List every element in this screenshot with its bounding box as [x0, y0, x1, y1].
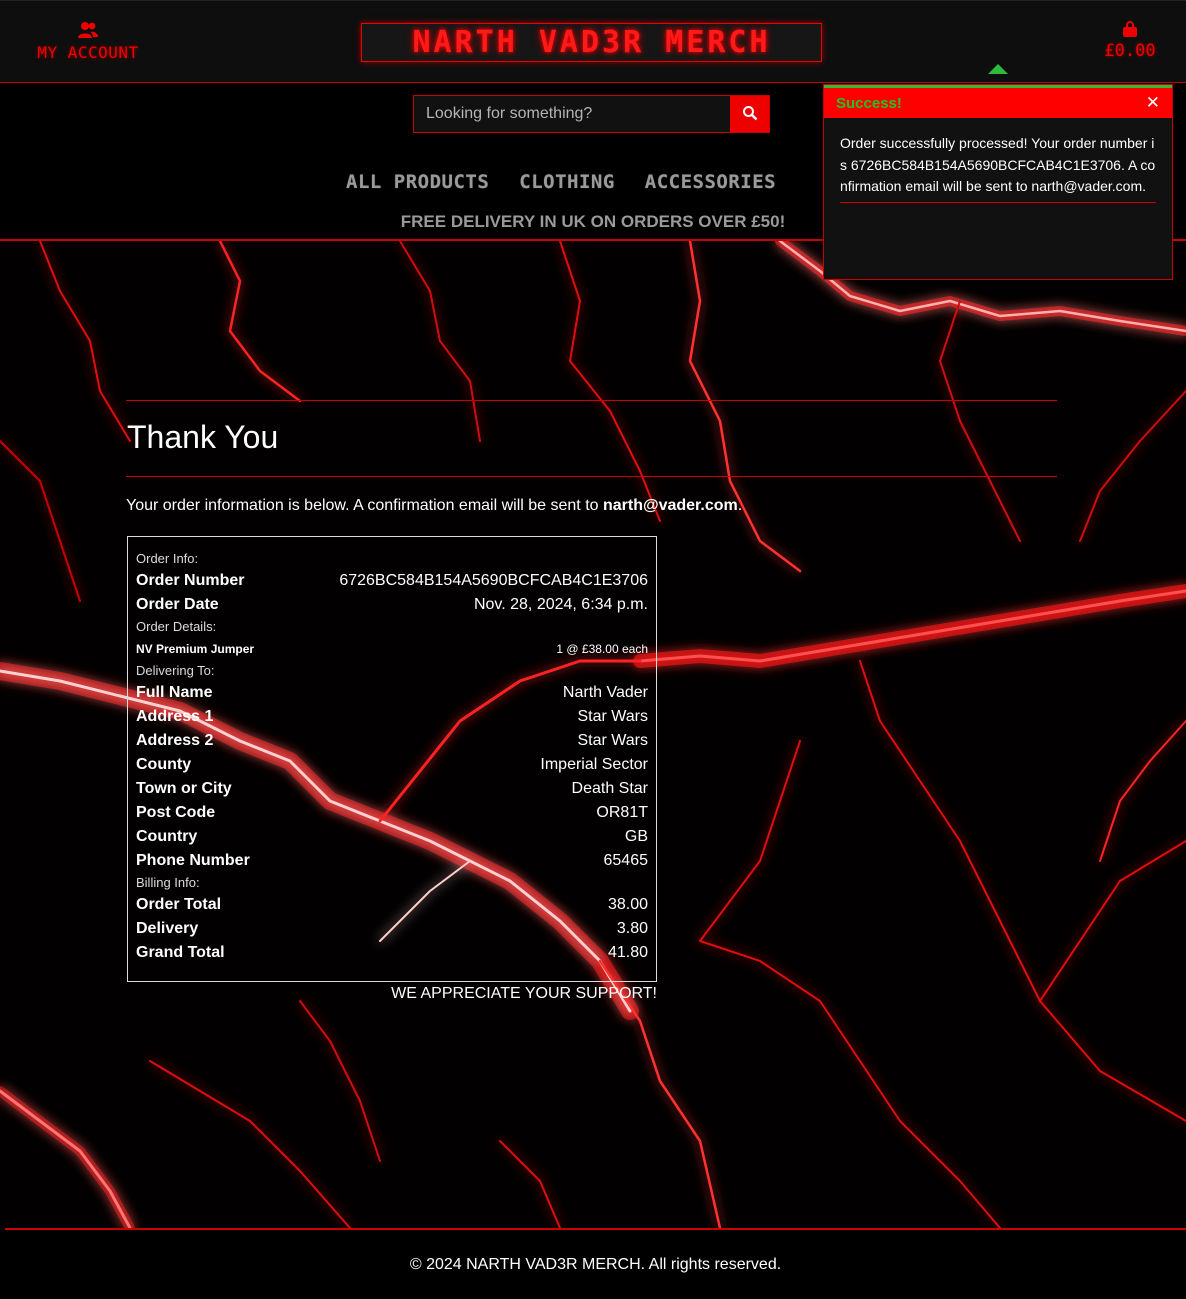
- row-label: Full Name: [136, 684, 213, 701]
- intro-email: narth@vader.com: [602, 497, 738, 514]
- billing-heading: Billing Info:: [136, 875, 200, 890]
- thanks-message: WE APPRECIATE YOUR SUPPORT!: [391, 985, 657, 1002]
- search-button[interactable]: [730, 96, 769, 132]
- nav-clothing[interactable]: CLOTHING: [519, 171, 615, 193]
- table-row: Full Name Narth Vader: [136, 681, 648, 705]
- delivering-heading: Delivering To:: [136, 663, 215, 678]
- checkout-success-content: Thank You Your order information is belo…: [126, 400, 1057, 515]
- nav-accessories[interactable]: ACCESSORIES: [645, 171, 776, 193]
- table-row: Delivery 3.80: [136, 917, 648, 941]
- users-icon: [26, 21, 150, 39]
- main-menu: ALL PRODUCTS CLOTHING ACCESSORIES: [346, 171, 806, 193]
- row-value: Star Wars: [577, 708, 648, 725]
- order-date-row: Order Date Nov. 28, 2024, 6:34 p.m.: [136, 593, 648, 617]
- nav-all-products[interactable]: ALL PRODUCTS: [346, 171, 489, 193]
- divider: [126, 476, 1057, 477]
- row-value: 38.00: [607, 896, 648, 913]
- cart-link[interactable]: £0.00: [1098, 21, 1162, 61]
- toast-divider: [840, 201, 1156, 203]
- table-row: Order Total 38.00: [136, 893, 648, 917]
- row-value: Narth Vader: [562, 684, 648, 701]
- success-toast: Success! ✕ Order successfully processed!…: [823, 84, 1173, 280]
- toast-message: Order successfully processed! Your order…: [840, 135, 1156, 194]
- row-label: Post Code: [136, 804, 216, 821]
- search-input[interactable]: [414, 96, 730, 132]
- row-value: 41.80: [607, 944, 648, 961]
- line-item-row: NV Premium Jumper 1 @ £38.00 each: [136, 637, 648, 661]
- toast-title: Success!: [836, 94, 902, 112]
- table-row: County Imperial Sector: [136, 753, 648, 777]
- table-row: Town or City Death Star: [136, 777, 648, 801]
- row-value: Star Wars: [577, 732, 648, 749]
- table-row: Post Code OR81T: [136, 801, 648, 825]
- row-label: Order Total: [136, 896, 222, 913]
- item-quantity: 1 @ £38.00 each: [556, 642, 648, 656]
- table-row: Address 1 Star Wars: [136, 705, 648, 729]
- cart-total: £0.00: [1104, 41, 1156, 61]
- order-date: Nov. 28, 2024, 6:34 p.m.: [473, 596, 648, 613]
- close-icon[interactable]: ✕: [1146, 93, 1160, 113]
- intro-text: Your order information is below. A confi…: [126, 497, 603, 514]
- shopping-bag-icon: [1098, 21, 1162, 39]
- toast-arrow: [988, 64, 1008, 74]
- order-intro: Your order information is below. A confi…: [126, 497, 1057, 515]
- site-logo[interactable]: NARTH VAD3R MERCH: [361, 23, 822, 62]
- row-value: OR81T: [596, 804, 648, 821]
- row-label: Address 1: [136, 708, 214, 725]
- order-summary-box: Order Info: Order Number 6726BC584B154A5…: [127, 536, 657, 982]
- item-name: NV Premium Jumper: [136, 642, 255, 656]
- page-title: Thank You: [127, 419, 279, 455]
- row-label: Order Date: [136, 596, 219, 613]
- search-form: [413, 95, 770, 133]
- order-number-row: Order Number 6726BC584B154A5690BCFCAB4C1…: [136, 569, 648, 593]
- row-label: Phone Number: [136, 852, 250, 869]
- row-label: Address 2: [136, 732, 214, 749]
- row-value: 65465: [603, 852, 649, 869]
- intro-suffix: .: [737, 497, 743, 514]
- order-number: 6726BC584B154A5690BCFCAB4C1E3706: [339, 572, 648, 589]
- order-details-heading: Order Details:: [136, 619, 217, 634]
- table-row: Grand Total 41.80: [136, 941, 648, 965]
- row-value: Death Star: [571, 780, 648, 797]
- site-footer: © 2024 NARTH VAD3R MERCH. All rights res…: [5, 1228, 1186, 1299]
- row-label: Delivery: [136, 920, 199, 937]
- copyright-text: © 2024 NARTH VAD3R MERCH. All rights res…: [409, 1255, 782, 1273]
- row-label: Town or City: [136, 780, 232, 797]
- row-value: GB: [624, 828, 648, 845]
- row-label: Order Number: [136, 572, 245, 589]
- search-icon: [742, 105, 758, 124]
- my-account-link[interactable]: MY ACCOUNT: [26, 21, 150, 62]
- order-info-heading: Order Info:: [136, 551, 199, 566]
- top-header: MY ACCOUNT NARTH VAD3R MERCH £0.00: [0, 0, 1186, 83]
- table-row: Country GB: [136, 825, 648, 849]
- row-label: County: [136, 756, 192, 773]
- row-value: 3.80: [616, 920, 648, 937]
- my-account-label: MY ACCOUNT: [37, 43, 139, 62]
- table-row: Address 2 Star Wars: [136, 729, 648, 753]
- row-value: Imperial Sector: [540, 756, 648, 773]
- row-label: Country: [136, 828, 198, 845]
- row-label: Grand Total: [136, 944, 225, 961]
- toast-header: Success! ✕: [824, 85, 1172, 118]
- table-row: Phone Number 65465: [136, 849, 648, 873]
